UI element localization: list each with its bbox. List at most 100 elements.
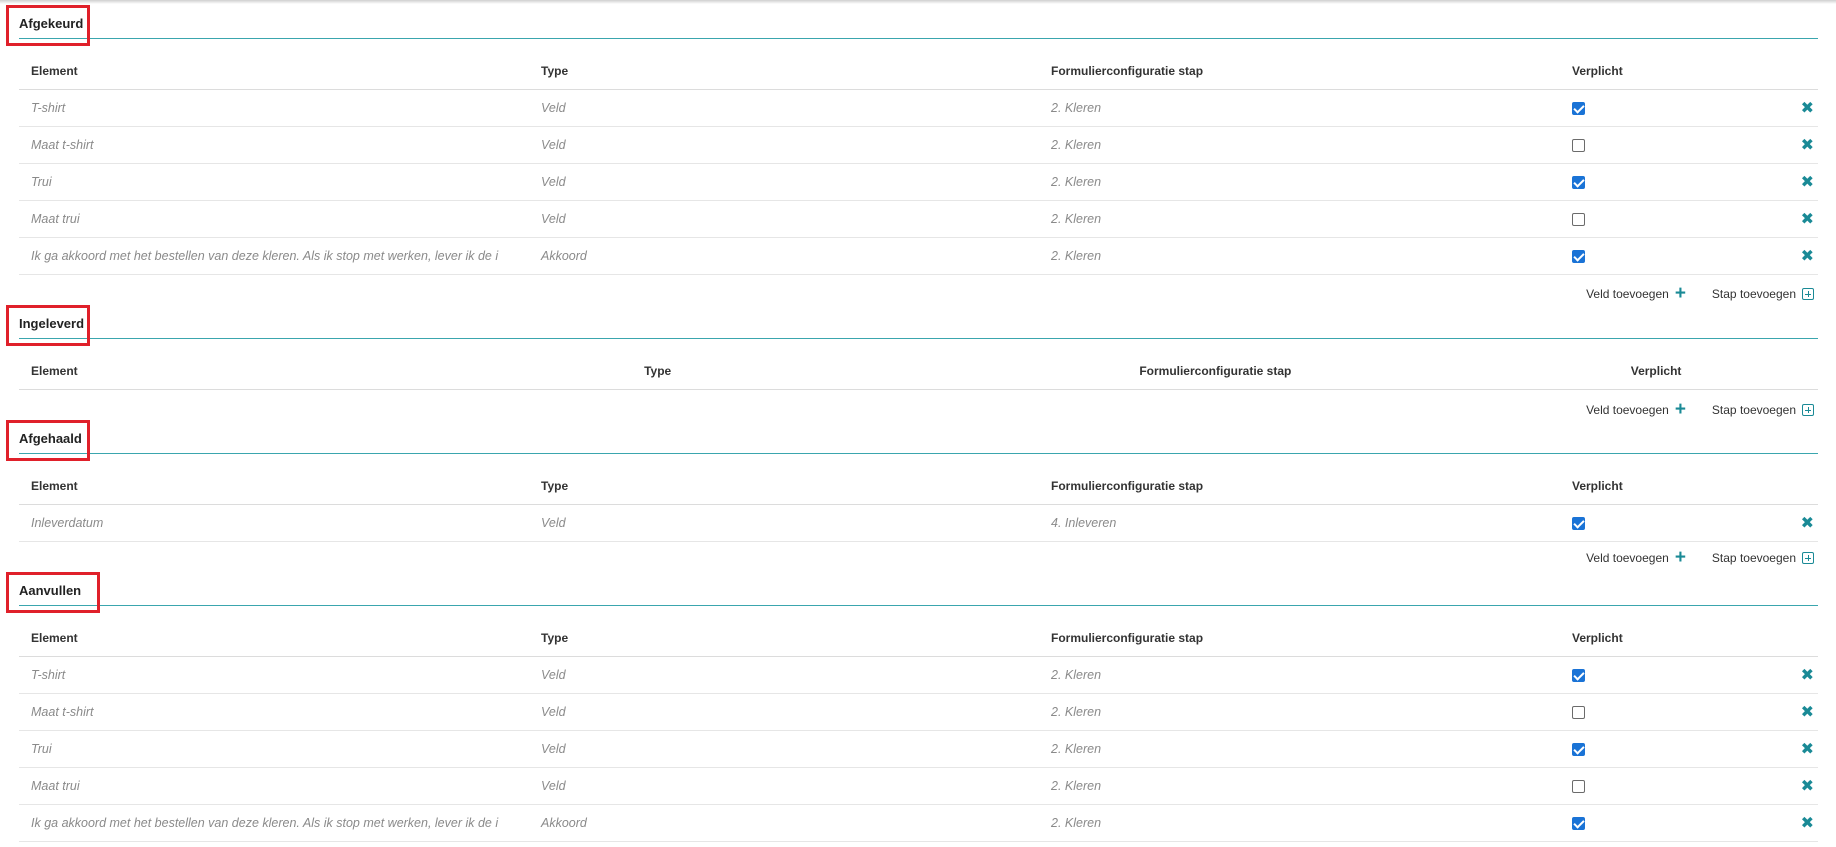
required-checkbox[interactable] [1572, 743, 1585, 757]
section-ingeleverd: Ingeleverd Element Type Formulierconfigu… [0, 302, 1836, 419]
column-header-element: Element [19, 52, 529, 90]
cell-element: Trui [19, 163, 529, 201]
cell-required [1560, 163, 1760, 201]
add-step-label: Stap toevoegen [1711, 551, 1796, 565]
plus-icon: + [1674, 547, 1686, 568]
cell-element: Inleverdatum [19, 504, 529, 542]
cell-element: Maat t-shirt [19, 126, 529, 164]
cell-step: 2. Kleren [1039, 767, 1560, 805]
required-checkbox[interactable] [1572, 706, 1585, 720]
column-header-step: Formulierconfiguratie stap [1039, 52, 1560, 90]
elements-table: Element Type Formulierconfiguratie stap … [19, 52, 1818, 275]
column-header-step: Formulierconfiguratie stap [1039, 467, 1560, 505]
highlight-box [6, 5, 90, 46]
column-header-required: Verplicht [1560, 52, 1760, 90]
plus-square-icon [1802, 552, 1814, 564]
cell-actions: ✖ [1760, 200, 1818, 238]
add-field-label: Veld toevoegen [1586, 287, 1669, 301]
table-body: Inleverdatum Veld 4. Inleveren ✖ [19, 504, 1818, 542]
table-row: Trui Veld 2. Kleren ✖ [19, 730, 1818, 768]
add-step-label: Stap toevoegen [1711, 403, 1796, 417]
add-field-button[interactable]: Veld toevoegen + [1586, 400, 1686, 419]
column-header-actions [1760, 619, 1818, 657]
cell-required [1560, 89, 1760, 127]
column-header-step: Formulierconfiguratie stap [936, 352, 1495, 390]
elements-table: Element Type Formulierconfiguratie stap … [19, 467, 1818, 542]
required-checkbox[interactable] [1572, 139, 1585, 153]
column-header-required: Verplicht [1560, 619, 1760, 657]
cell-required [1560, 693, 1760, 731]
close-icon[interactable]: ✖ [1801, 209, 1814, 229]
column-header-element: Element [19, 467, 529, 505]
cell-step: 2. Kleren [1039, 126, 1560, 164]
required-checkbox[interactable] [1572, 669, 1585, 683]
add-step-button[interactable]: Stap toevoegen [1712, 403, 1814, 417]
cell-element: Ik ga akkoord met het bestellen van deze… [19, 237, 529, 275]
close-icon[interactable]: ✖ [1801, 246, 1814, 266]
plus-icon: + [1674, 283, 1686, 304]
table-row: T-shirt Veld 2. Kleren ✖ [19, 89, 1818, 127]
section-afgekeurd: Afgekeurd Element Type Formulierconfigur… [0, 2, 1836, 303]
required-checkbox[interactable] [1572, 250, 1585, 264]
highlight-box [6, 572, 100, 613]
required-checkbox[interactable] [1572, 780, 1585, 794]
close-icon[interactable]: ✖ [1801, 739, 1814, 759]
add-step-button[interactable]: Stap toevoegen [1712, 287, 1814, 301]
required-checkbox[interactable] [1572, 213, 1585, 227]
cell-step: 4. Inleveren [1039, 504, 1560, 542]
section-header: Afgehaald [0, 417, 1836, 461]
cell-actions: ✖ [1760, 804, 1818, 842]
cell-element: Maat t-shirt [19, 693, 529, 731]
elements-table: Element Type Formulierconfiguratie stap … [19, 352, 1818, 390]
cell-type: Akkoord [529, 237, 1039, 275]
column-header-actions [1760, 467, 1818, 505]
add-field-label: Veld toevoegen [1586, 551, 1669, 565]
cell-type: Veld [529, 767, 1039, 805]
cell-type: Veld [529, 504, 1039, 542]
cell-required [1560, 504, 1760, 542]
cell-required [1560, 767, 1760, 805]
cell-required [1560, 237, 1760, 275]
close-icon[interactable]: ✖ [1801, 776, 1814, 796]
cell-step: 2. Kleren [1039, 656, 1560, 694]
cell-element: Maat trui [19, 767, 529, 805]
required-checkbox[interactable] [1572, 102, 1585, 116]
required-checkbox[interactable] [1572, 176, 1585, 190]
required-checkbox[interactable] [1572, 517, 1585, 531]
close-icon[interactable]: ✖ [1801, 98, 1814, 118]
cell-actions: ✖ [1760, 126, 1818, 164]
elements-table: Element Type Formulierconfiguratie stap … [19, 619, 1818, 842]
close-icon[interactable]: ✖ [1801, 513, 1814, 533]
add-step-button[interactable]: Stap toevoegen [1712, 551, 1814, 565]
column-header-type: Type [529, 467, 1039, 505]
close-icon[interactable]: ✖ [1801, 813, 1814, 833]
cell-element: Maat trui [19, 200, 529, 238]
cell-actions: ✖ [1760, 730, 1818, 768]
cell-step: 2. Kleren [1039, 730, 1560, 768]
section-header: Afgekeurd [0, 2, 1836, 46]
table-row: Ik ga akkoord met het bestellen van deze… [19, 237, 1818, 275]
cell-actions: ✖ [1760, 693, 1818, 731]
section-underline [19, 338, 1818, 339]
close-icon[interactable]: ✖ [1801, 702, 1814, 722]
close-icon[interactable]: ✖ [1801, 665, 1814, 685]
column-header-type: Type [529, 52, 1039, 90]
add-field-label: Veld toevoegen [1586, 403, 1669, 417]
cell-type: Veld [529, 89, 1039, 127]
table-header-row: Element Type Formulierconfiguratie stap … [19, 352, 1818, 390]
section-actions: Veld toevoegen + Stap toevoegen [1586, 548, 1814, 568]
cell-actions: ✖ [1760, 767, 1818, 805]
cell-element: T-shirt [19, 656, 529, 694]
section-underline [19, 605, 1818, 606]
table-row: Ik ga akkoord met het bestellen van deze… [19, 804, 1818, 842]
cell-type: Veld [529, 163, 1039, 201]
required-checkbox[interactable] [1572, 817, 1585, 831]
cell-type: Veld [529, 126, 1039, 164]
add-field-button[interactable]: Veld toevoegen + [1586, 283, 1686, 304]
cell-actions: ✖ [1760, 504, 1818, 542]
cell-type: Veld [529, 693, 1039, 731]
close-icon[interactable]: ✖ [1801, 172, 1814, 192]
add-field-button[interactable]: Veld toevoegen + [1586, 547, 1686, 568]
cell-actions: ✖ [1760, 163, 1818, 201]
close-icon[interactable]: ✖ [1801, 135, 1814, 155]
